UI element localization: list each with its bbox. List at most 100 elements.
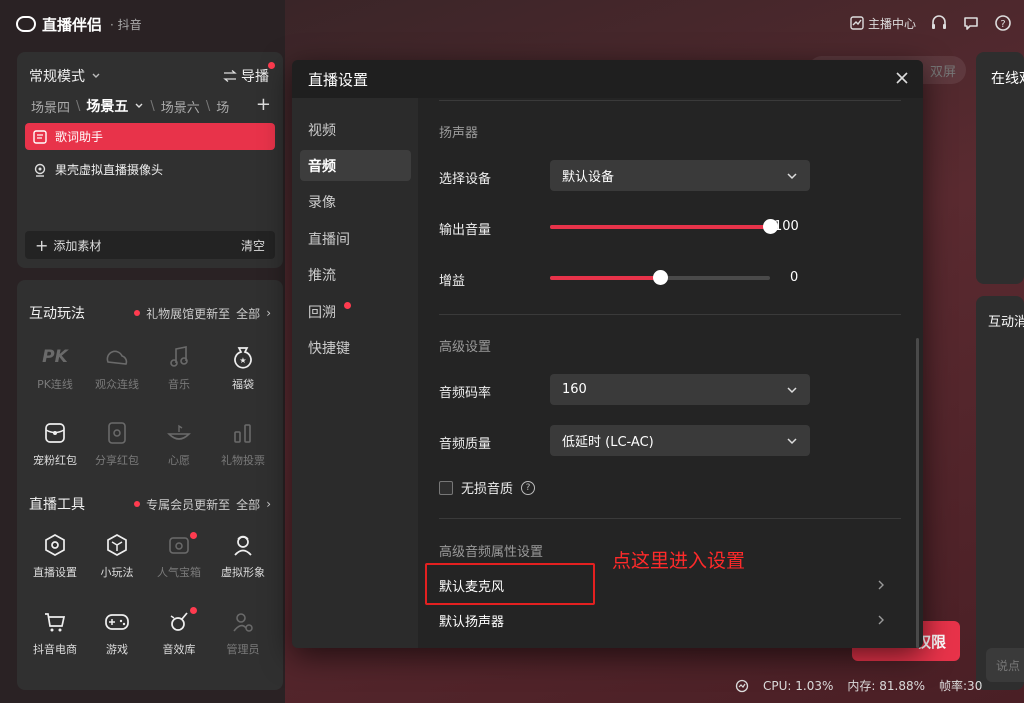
tab-scene-4[interactable]: 场景四 xyxy=(31,97,70,116)
nav-live-room[interactable]: 直播间 xyxy=(300,223,411,254)
svg-text:★: ★ xyxy=(239,356,246,365)
plus-icon: + xyxy=(35,235,49,255)
bitrate-select-value: 160 xyxy=(562,382,587,397)
speaker-group-title: 扬声器 xyxy=(439,126,479,141)
add-scene-icon[interactable]: + xyxy=(256,94,271,115)
headset-icon[interactable] xyxy=(930,14,948,32)
tab-separator: \ xyxy=(150,98,155,114)
grid-item-label: 小玩法 xyxy=(100,566,134,579)
chat-icon[interactable] xyxy=(962,14,980,32)
source-item-lyrics[interactable]: 歌词助手 xyxy=(25,123,275,150)
nav-video[interactable]: 视频 xyxy=(300,114,411,145)
chevron-down-icon xyxy=(91,71,101,81)
slider-handle[interactable] xyxy=(653,270,668,285)
lucky-bag-icon: ★ xyxy=(213,342,273,372)
grid-item-share-packet[interactable]: 分享红包 xyxy=(87,418,147,468)
quality-select[interactable]: 低延时 (LC-AC) xyxy=(550,425,810,456)
grid-item-treasure-box[interactable]: 人气宝箱 xyxy=(149,530,209,580)
tab-scene-partial[interactable]: 场 xyxy=(216,97,229,116)
close-icon[interactable] xyxy=(893,69,911,87)
chevron-down-icon[interactable] xyxy=(134,101,144,111)
avatar-icon xyxy=(213,530,273,560)
gain-slider[interactable] xyxy=(550,270,770,285)
grid-item-label: 游戏 xyxy=(106,643,128,656)
chat-input[interactable]: 说点 xyxy=(986,648,1024,682)
section-notice: 专属会员更新至 xyxy=(146,497,231,512)
guide-button[interactable]: 导播 xyxy=(223,62,275,86)
nav-audio[interactable]: 音频 xyxy=(300,150,411,181)
chevron-down-icon xyxy=(786,435,798,447)
source-item-camera[interactable]: 果壳虚拟直播摄像头 xyxy=(25,156,275,183)
clear-button[interactable]: 清空 xyxy=(241,237,265,254)
source-label: 果壳虚拟直播摄像头 xyxy=(55,163,164,177)
output-volume-value: 100 xyxy=(774,219,799,234)
dialog-nav: 视频 音频 录像 直播间 推流 回溯 快捷键 xyxy=(292,98,418,648)
grid-item-live-settings[interactable]: 直播设置 xyxy=(25,530,85,580)
grid-item-music[interactable]: 音乐 xyxy=(149,342,209,392)
grid-item-label: 管理员 xyxy=(226,643,260,656)
grid-item-label: 虚拟形象 xyxy=(221,566,265,579)
quality-label: 音频质量 xyxy=(439,437,492,452)
online-audience-card: 在线观 xyxy=(976,52,1024,284)
tab-separator: \ xyxy=(76,98,81,114)
tools-more[interactable]: 专属会员更新至 全部 › xyxy=(134,496,271,513)
switch-icon xyxy=(223,70,237,82)
scrollbar[interactable] xyxy=(916,338,919,648)
gain-label: 增益 xyxy=(439,274,466,289)
grid-item-sound-effects[interactable]: 音效库 xyxy=(149,607,209,657)
tab-scene-6[interactable]: 场景六 xyxy=(161,97,200,116)
frame-rate: 帧率:30 xyxy=(939,679,983,693)
divider xyxy=(439,100,901,101)
tools-panel: 互动玩法 礼物展馆更新至 全部 › PK PK连线 观众连线 音乐 ★ 福袋 宠… xyxy=(17,280,283,690)
grid-item-audience-link[interactable]: 观众连线 xyxy=(87,342,147,392)
grid-item-wish[interactable]: 心愿 xyxy=(149,418,209,468)
grid-item-game[interactable]: 游戏 xyxy=(87,607,147,657)
device-select-value: 默认设备 xyxy=(562,170,615,185)
app-title: 直播伴侣 xyxy=(42,15,103,34)
grid-item-gift-vote[interactable]: 礼物投票 xyxy=(213,418,273,468)
default-speaker-row[interactable]: 默认扬声器 xyxy=(428,605,898,635)
lossless-checkbox[interactable] xyxy=(439,480,453,495)
nav-shortcuts[interactable]: 快捷键 xyxy=(300,332,411,363)
interaction-label: 互动消 xyxy=(988,315,1024,330)
grid-item-mini-game[interactable]: 小玩法 xyxy=(87,530,147,580)
section-title: 互动玩法 xyxy=(29,306,85,322)
grid-item-red-packet[interactable]: 宠粉红包 xyxy=(25,418,85,468)
chevron-right-icon xyxy=(876,614,886,626)
interactive-more[interactable]: 礼物展馆更新至 全部 › xyxy=(134,305,271,322)
online-audience-label: 在线观 xyxy=(991,71,1024,87)
lossless-label: 无损音质 xyxy=(461,482,514,497)
add-source-button[interactable]: + 添加素材 xyxy=(35,236,101,255)
device-select[interactable]: 默认设备 xyxy=(550,160,810,191)
chat-placeholder: 说点 xyxy=(996,659,1021,673)
live-settings-icon xyxy=(25,530,85,560)
tab-scene-5[interactable]: 场景五 xyxy=(86,96,128,116)
help-icon[interactable]: ? xyxy=(994,14,1012,32)
dialog-header: 直播设置 xyxy=(292,60,923,98)
grid-item-label: 音乐 xyxy=(168,378,190,391)
section-notice: 礼物展馆更新至 xyxy=(146,306,231,321)
interactive-header: 互动玩法 礼物展馆更新至 全部 › xyxy=(29,303,271,323)
help-icon[interactable]: ? xyxy=(521,480,536,495)
grid-item-avatar[interactable]: 虚拟形象 xyxy=(213,530,273,580)
grid-item-label: 音效库 xyxy=(162,643,196,656)
gamepad-icon xyxy=(87,607,147,637)
grid-item-lucky-bag[interactable]: ★ 福袋 xyxy=(213,342,273,392)
anchor-center-button[interactable]: 主播中心 xyxy=(850,15,916,32)
dual-screen-label: 双屏 xyxy=(929,64,956,80)
dialog-title: 直播设置 xyxy=(308,70,369,89)
lossless-row[interactable]: 无损音质 ? xyxy=(439,478,536,497)
bitrate-select[interactable]: 160 xyxy=(550,374,810,405)
nav-stream[interactable]: 推流 xyxy=(300,259,411,290)
grid-item-ecommerce[interactable]: 抖音电商 xyxy=(25,607,85,657)
notification-dot xyxy=(134,310,141,316)
wish-icon xyxy=(149,418,209,448)
mode-selector[interactable]: 常规模式 xyxy=(29,66,101,86)
tab-separator: \ xyxy=(205,98,211,114)
output-volume-slider[interactable] xyxy=(550,219,778,234)
nav-replay[interactable]: 回溯 xyxy=(300,296,411,327)
grid-item-admin[interactable]: 管理员 xyxy=(213,607,273,657)
grid-item-pk[interactable]: PK PK连线 xyxy=(25,342,85,392)
grid-item-label: PK连线 xyxy=(37,378,73,391)
nav-recording[interactable]: 录像 xyxy=(300,186,411,217)
